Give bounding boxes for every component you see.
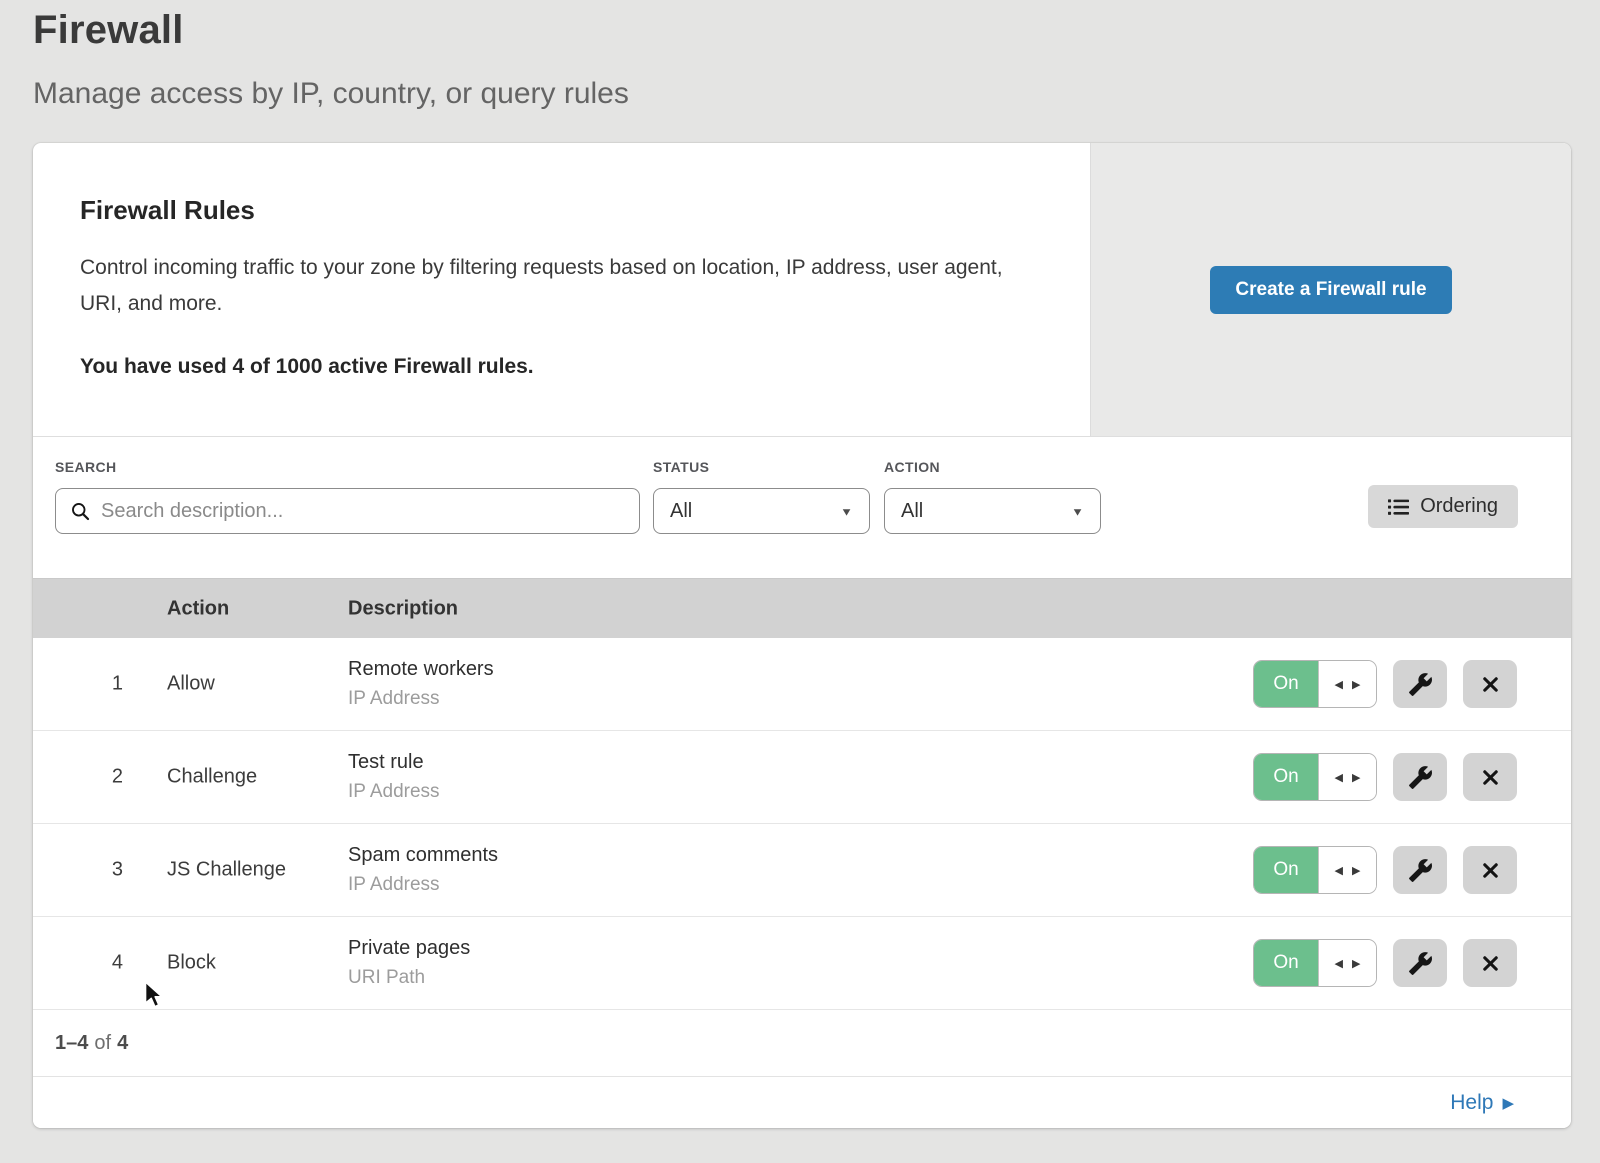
search-icon bbox=[70, 501, 91, 522]
action-select-value: All bbox=[901, 500, 923, 523]
wrench-icon bbox=[1408, 951, 1433, 976]
help-link-label: Help bbox=[1450, 1091, 1493, 1115]
chevron-down-icon: ▼ bbox=[1071, 505, 1084, 518]
toggle-arrows-icon: ◀ ▶ bbox=[1318, 940, 1376, 986]
status-select[interactable]: All ▼ bbox=[653, 488, 870, 534]
card-footer: Help ▶ bbox=[33, 1076, 1571, 1128]
ordering-list-icon bbox=[1388, 498, 1409, 516]
rule-priority: 3 bbox=[73, 859, 123, 882]
ordering-button[interactable]: Ordering bbox=[1368, 485, 1518, 528]
status-filter-group: STATUS All ▼ bbox=[653, 459, 870, 534]
close-icon bbox=[1480, 767, 1501, 788]
create-rule-panel: Create a Firewall rule bbox=[1090, 143, 1571, 436]
rule-field-type: IP Address bbox=[348, 781, 440, 803]
toggle-on-label: On bbox=[1254, 754, 1318, 800]
chevron-down-icon: ▼ bbox=[840, 505, 853, 518]
firewall-page: Firewall Manage access by IP, country, o… bbox=[0, 0, 1600, 1163]
rule-priority: 1 bbox=[73, 673, 123, 696]
pagination-of: of bbox=[94, 1032, 111, 1055]
page-title: Firewall bbox=[33, 8, 629, 53]
table-row: 2 Challenge Test rule IP Address On ◀ ▶ bbox=[33, 731, 1571, 824]
toggle-arrows-icon: ◀ ▶ bbox=[1318, 754, 1376, 800]
close-icon bbox=[1480, 674, 1501, 695]
filters-bar: SEARCH STATUS All ▼ ACTION bbox=[33, 437, 1571, 578]
help-link[interactable]: Help ▶ bbox=[1450, 1091, 1514, 1115]
column-header-description: Description bbox=[348, 597, 458, 620]
rule-action: Block bbox=[167, 952, 216, 975]
delete-rule-button[interactable] bbox=[1463, 939, 1517, 987]
firewall-rules-card: Firewall Rules Control incoming traffic … bbox=[33, 143, 1571, 1128]
close-icon bbox=[1480, 953, 1501, 974]
rule-action: Challenge bbox=[167, 766, 257, 789]
wrench-icon bbox=[1408, 672, 1433, 697]
delete-rule-button[interactable] bbox=[1463, 660, 1517, 708]
rule-description-title: Private pages bbox=[348, 937, 470, 960]
edit-rule-button[interactable] bbox=[1393, 846, 1447, 894]
toggle-on-label: On bbox=[1254, 661, 1318, 707]
create-firewall-rule-button[interactable]: Create a Firewall rule bbox=[1210, 266, 1451, 314]
delete-rule-button[interactable] bbox=[1463, 753, 1517, 801]
table-header: Action Description bbox=[33, 578, 1571, 638]
rule-enabled-toggle[interactable]: On ◀ ▶ bbox=[1253, 660, 1377, 708]
toggle-arrows-icon: ◀ ▶ bbox=[1318, 847, 1376, 893]
rule-enabled-toggle[interactable]: On ◀ ▶ bbox=[1253, 753, 1377, 801]
rule-field-type: URI Path bbox=[348, 967, 470, 989]
edit-rule-button[interactable] bbox=[1393, 939, 1447, 987]
section-heading: Firewall Rules bbox=[80, 195, 1030, 226]
help-arrow-icon: ▶ bbox=[1502, 1094, 1514, 1112]
rule-priority: 4 bbox=[73, 952, 123, 975]
rule-description: Spam comments IP Address bbox=[348, 844, 498, 896]
rule-action: Allow bbox=[167, 673, 215, 696]
toggle-on-label: On bbox=[1254, 847, 1318, 893]
edit-rule-button[interactable] bbox=[1393, 753, 1447, 801]
rule-description: Test rule IP Address bbox=[348, 751, 440, 803]
search-filter-group: SEARCH bbox=[55, 459, 640, 534]
rule-action: JS Challenge bbox=[167, 859, 286, 882]
rule-field-type: IP Address bbox=[348, 874, 498, 896]
rule-description-title: Spam comments bbox=[348, 844, 498, 867]
wrench-icon bbox=[1408, 765, 1433, 790]
table-row: 1 Allow Remote workers IP Address On ◀ ▶ bbox=[33, 638, 1571, 731]
table-row: 4 Block Private pages URI Path On ◀ ▶ bbox=[33, 917, 1571, 1010]
edit-rule-button[interactable] bbox=[1393, 660, 1447, 708]
search-box[interactable] bbox=[55, 488, 640, 534]
page-header: Firewall Manage access by IP, country, o… bbox=[33, 8, 629, 111]
rule-description-title: Test rule bbox=[348, 751, 440, 774]
rule-description-title: Remote workers bbox=[348, 658, 494, 681]
action-filter-group: ACTION All ▼ bbox=[884, 459, 1101, 534]
page-subtitle: Manage access by IP, country, or query r… bbox=[33, 77, 629, 111]
pagination-range: 1–4 bbox=[55, 1032, 88, 1055]
action-label: ACTION bbox=[884, 459, 1101, 475]
usage-summary: You have used 4 of 1000 active Firewall … bbox=[80, 355, 1030, 379]
table-row: 3 JS Challenge Spam comments IP Address … bbox=[33, 824, 1571, 917]
action-select[interactable]: All ▼ bbox=[884, 488, 1101, 534]
rule-enabled-toggle[interactable]: On ◀ ▶ bbox=[1253, 939, 1377, 987]
intro-section: Firewall Rules Control incoming traffic … bbox=[33, 143, 1571, 437]
close-icon bbox=[1480, 860, 1501, 881]
wrench-icon bbox=[1408, 858, 1433, 883]
ordering-button-label: Ordering bbox=[1420, 495, 1498, 518]
rule-description: Private pages URI Path bbox=[348, 937, 470, 989]
pagination-total: 4 bbox=[117, 1032, 128, 1055]
delete-rule-button[interactable] bbox=[1463, 846, 1517, 894]
status-label: STATUS bbox=[653, 459, 870, 475]
rule-priority: 2 bbox=[73, 766, 123, 789]
rule-description: Remote workers IP Address bbox=[348, 658, 494, 710]
rule-enabled-toggle[interactable]: On ◀ ▶ bbox=[1253, 846, 1377, 894]
toggle-on-label: On bbox=[1254, 940, 1318, 986]
pagination-bar: 1–4 of 4 bbox=[33, 1010, 1571, 1076]
rule-field-type: IP Address bbox=[348, 688, 494, 710]
toggle-arrows-icon: ◀ ▶ bbox=[1318, 661, 1376, 707]
search-label: SEARCH bbox=[55, 459, 640, 475]
column-header-action: Action bbox=[167, 597, 229, 620]
section-description: Control incoming traffic to your zone by… bbox=[80, 250, 1030, 322]
status-select-value: All bbox=[670, 500, 692, 523]
intro-text-panel: Firewall Rules Control incoming traffic … bbox=[33, 143, 1090, 436]
search-input[interactable] bbox=[101, 500, 625, 523]
